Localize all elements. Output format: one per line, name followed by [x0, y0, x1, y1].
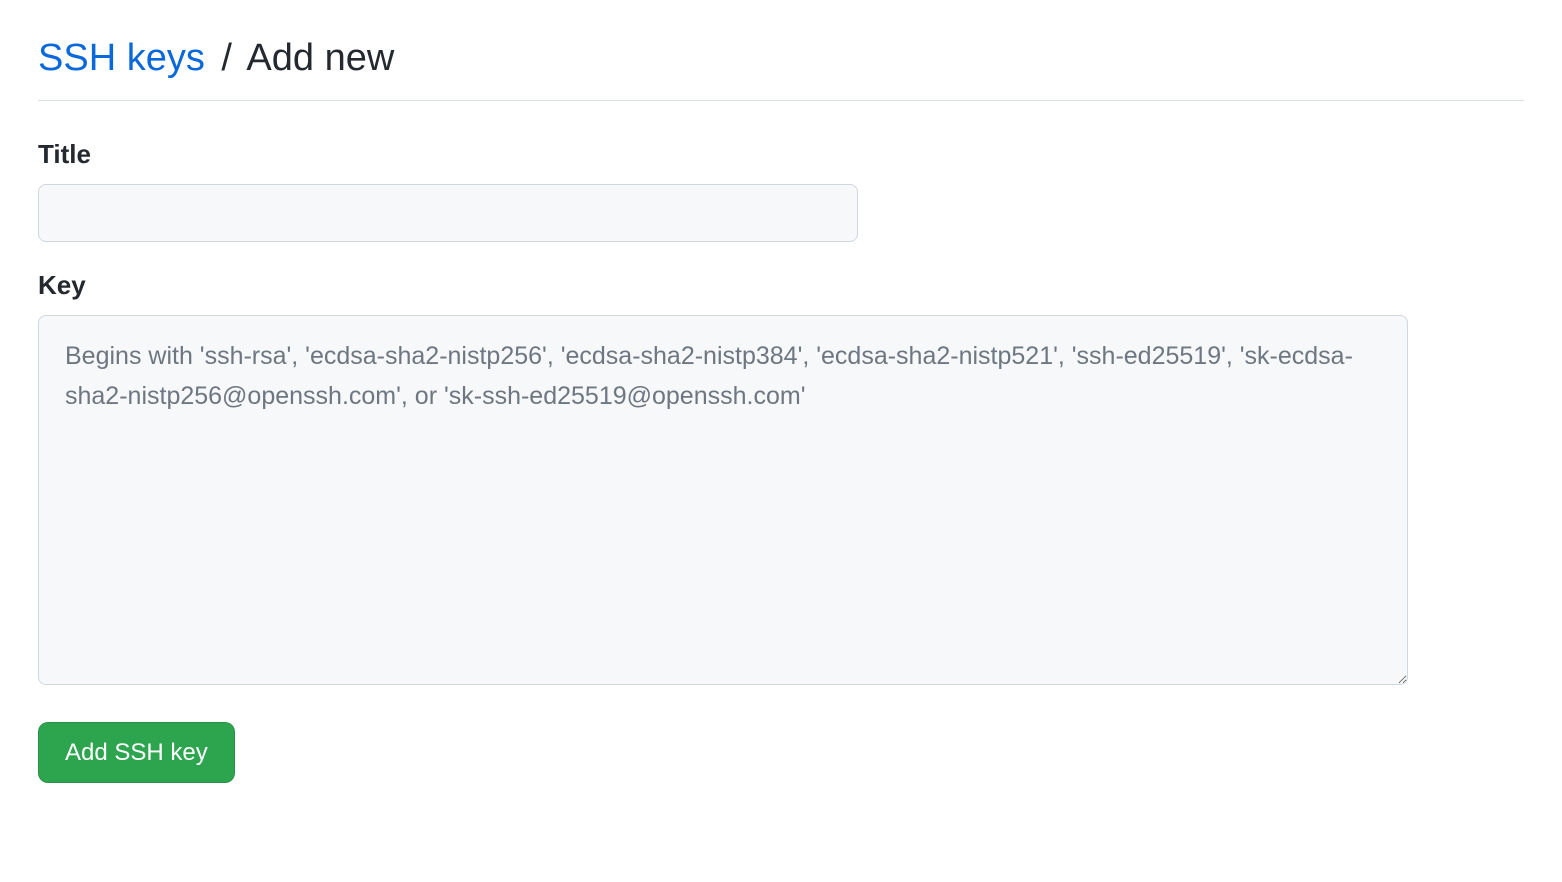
key-textarea[interactable] [38, 315, 1408, 685]
title-label: Title [38, 139, 1524, 170]
breadcrumb-current: Add new [246, 37, 394, 79]
add-ssh-key-button[interactable]: Add SSH key [38, 722, 235, 783]
title-input[interactable] [38, 184, 858, 242]
add-ssh-key-form: Title Key Add SSH key [38, 139, 1524, 783]
page-header: SSH keys / Add new [38, 36, 1524, 101]
key-label: Key [38, 270, 1524, 301]
page-title: SSH keys / Add new [38, 36, 1524, 82]
form-group-key: Key [38, 270, 1524, 690]
breadcrumb-link-ssh-keys[interactable]: SSH keys [38, 37, 205, 79]
breadcrumb-separator: / [221, 37, 232, 79]
form-group-title: Title [38, 139, 1524, 242]
